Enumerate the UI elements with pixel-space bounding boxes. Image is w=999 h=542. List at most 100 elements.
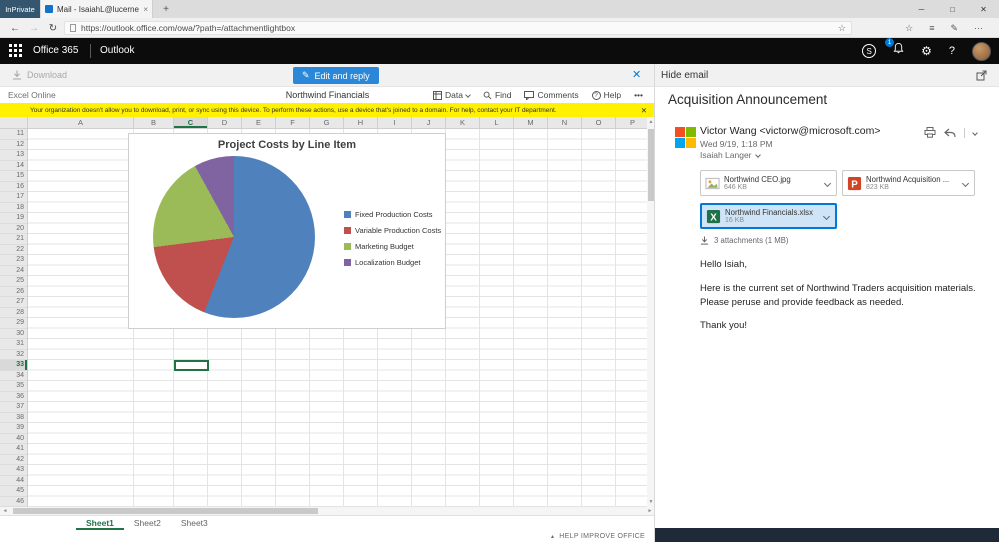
row-header-12[interactable]: 12 [0,140,27,150]
column-header-M[interactable]: M [514,117,548,128]
row-header-21[interactable]: 21 [0,234,27,245]
app-launcher-icon[interactable] [9,44,22,57]
horizontal-scrollbar[interactable]: ◄ ► [0,507,655,515]
browser-tab[interactable]: Mail - IsaiahL@lucerne × [41,0,153,18]
edit-and-reply-button[interactable]: ✎ Edit and reply [293,67,379,84]
row-header-30[interactable]: 30 [0,329,27,339]
close-preview-icon[interactable]: ✕ [632,68,641,81]
email-recipient[interactable]: Isaiah Langer [700,150,761,160]
notifications-button[interactable]: 1 [885,38,904,60]
scroll-left-icon[interactable]: ◄ [0,507,10,515]
row-header-40[interactable]: 40 [0,434,27,444]
add-favorite-icon[interactable]: ☆ [838,23,846,34]
row-header-27[interactable]: 27 [0,297,27,308]
row-header-19[interactable]: 19 [0,213,27,224]
warning-close-icon[interactable]: ✕ [641,106,647,115]
minimize-button[interactable]: ─ [906,0,937,18]
column-header-L[interactable]: L [480,117,514,128]
expand-recipients-chevron-icon[interactable] [754,152,761,158]
url-field[interactable]: https://outlook.office.com/owa/?path=/at… [64,21,852,35]
row-header-23[interactable]: 23 [0,255,27,266]
row-header-25[interactable]: 25 [0,276,27,287]
column-header-F[interactable]: F [276,117,310,128]
maximize-button[interactable]: □ [937,0,968,18]
tab-close-icon[interactable]: × [143,5,148,14]
sheet-tab-sheet2[interactable]: Sheet2 [124,516,171,530]
column-header-B[interactable]: B [134,117,174,128]
row-header-11[interactable]: 11 [0,129,27,140]
attachment-chip[interactable]: P Northwind Acquisition ... 823 KB [842,170,975,196]
find-button[interactable]: Find [483,90,511,100]
attachment-chevron-icon[interactable] [822,212,831,220]
web-note-icon[interactable]: ✎ [950,23,958,34]
row-header-39[interactable]: 39 [0,423,27,434]
row-header-37[interactable]: 37 [0,402,27,413]
comments-button[interactable]: Comments [524,90,579,100]
row-header-35[interactable]: 35 [0,381,27,392]
sender-avatar[interactable] [675,127,696,148]
more-actions-chevron-icon[interactable] [972,129,978,136]
hide-email-button[interactable]: Hide email [661,64,708,86]
row-header-13[interactable]: 13 [0,150,27,161]
row-header-28[interactable]: 28 [0,308,27,318]
row-header-46[interactable]: 46 [0,497,27,507]
back-button[interactable]: ← [6,18,24,38]
row-header-34[interactable]: 34 [0,371,27,381]
column-header-N[interactable]: N [548,117,582,128]
help-icon[interactable]: ? [949,45,955,57]
row-header-16[interactable]: 16 [0,182,27,192]
more-actions-icon[interactable]: ··· [974,23,983,33]
column-header-O[interactable]: O [582,117,616,128]
row-header-15[interactable]: 15 [0,171,27,182]
sheet-tab-sheet3[interactable]: Sheet3 [171,516,218,530]
row-header-36[interactable]: 36 [0,392,27,402]
column-header-H[interactable]: H [344,117,378,128]
attachment-chevron-icon[interactable] [961,179,970,187]
settings-gear-icon[interactable]: ⚙ [921,44,932,58]
row-header-18[interactable]: 18 [0,203,27,213]
favorites-icon[interactable]: ☆ [905,23,913,34]
sender-name[interactable]: Victor Wang <victorw@microsoft.com> [700,125,880,137]
refresh-button[interactable]: ↻ [44,18,62,38]
more-commands-icon[interactable]: ••• [634,90,643,100]
column-header-J[interactable]: J [412,117,446,128]
row-header-14[interactable]: 14 [0,161,27,171]
column-header-E[interactable]: E [242,117,276,128]
select-all-corner[interactable] [0,117,28,128]
download-button[interactable]: Download [12,64,67,86]
sheet-tab-sheet1[interactable]: Sheet1 [76,516,124,530]
column-header-G[interactable]: G [310,117,344,128]
new-tab-button[interactable]: + [158,0,174,18]
row-header-42[interactable]: 42 [0,455,27,465]
help-improve-office-button[interactable]: ▴ HELP IMPROVE OFFICE [0,530,655,542]
column-header-I[interactable]: I [378,117,412,128]
row-header-22[interactable]: 22 [0,245,27,255]
skype-icon[interactable]: S [862,44,877,58]
popout-icon[interactable] [976,70,987,81]
hub-icon[interactable]: ≡ [929,23,934,33]
row-header-24[interactable]: 24 [0,266,27,276]
close-window-button[interactable]: ✕ [968,0,999,18]
row-header-43[interactable]: 43 [0,465,27,476]
row-header-38[interactable]: 38 [0,413,27,423]
attachment-chip[interactable]: X Northwind Financials.xlsx 16 KB [700,203,837,229]
user-avatar[interactable] [972,41,991,61]
row-header-32[interactable]: 32 [0,350,27,360]
column-header-C[interactable]: C [174,117,208,128]
row-header-33[interactable]: 33 [0,360,27,371]
row-header-26[interactable]: 26 [0,287,27,297]
reply-icon[interactable] [944,128,956,138]
help-menu[interactable]: ? Help [591,90,621,100]
column-header-D[interactable]: D [208,117,242,128]
row-header-41[interactable]: 41 [0,444,27,455]
row-header-20[interactable]: 20 [0,224,27,234]
forward-button[interactable]: → [25,18,43,38]
row-header-44[interactable]: 44 [0,476,27,486]
column-header-A[interactable]: A [28,117,134,128]
print-icon[interactable] [924,127,936,138]
row-header-31[interactable]: 31 [0,339,27,350]
attachment-chevron-icon[interactable] [823,179,832,187]
attachment-chip[interactable]: Northwind CEO.jpg 646 KB [700,170,837,196]
column-header-P[interactable]: P [616,117,650,128]
data-menu[interactable]: Data [432,90,471,100]
